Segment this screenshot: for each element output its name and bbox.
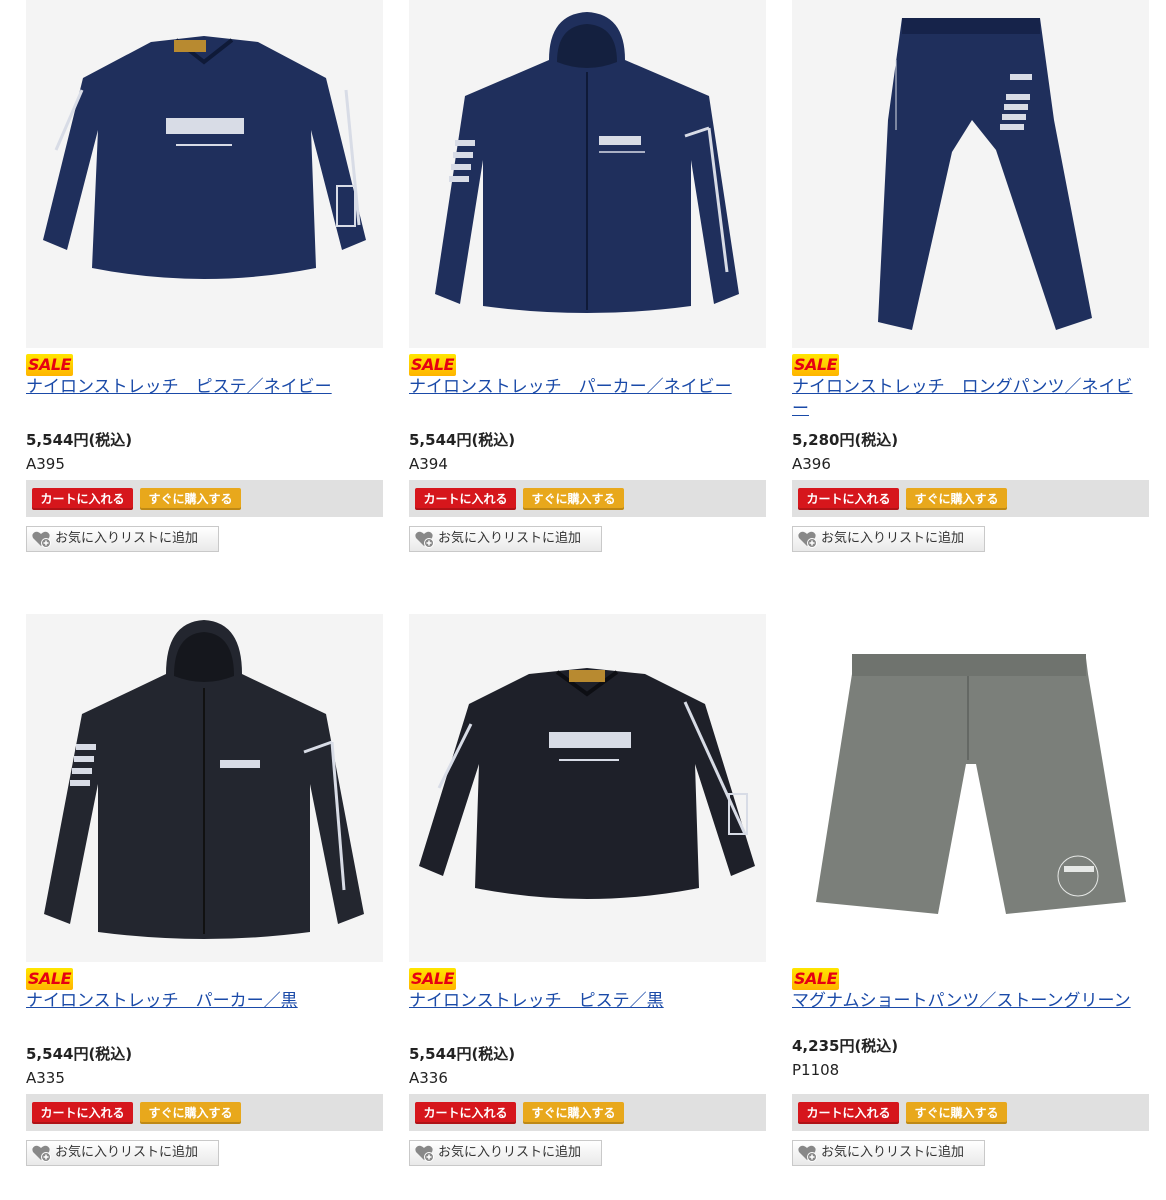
sale-badge: SALE — [409, 968, 457, 990]
button-bar: カートに入れる すぐに購入する — [26, 1094, 383, 1131]
product-card: SALE ナイロンストレッチ ピステ／ネイビー 5,544円(税込) A395 … — [26, 0, 383, 552]
add-to-favorites-button[interactable]: お気に入りリストに追加 — [409, 1140, 602, 1166]
favorites-label: お気に入りリストに追加 — [438, 1145, 582, 1160]
product-sku: A395 — [26, 455, 65, 473]
buy-now-button[interactable]: すぐに購入する — [906, 1102, 1007, 1124]
add-to-cart-button[interactable]: カートに入れる — [798, 1102, 899, 1124]
product-name-link[interactable]: ナイロンストレッチ ピステ／ネイビー — [26, 376, 383, 420]
add-to-cart-button[interactable]: カートに入れる — [32, 1102, 133, 1124]
favorites-label: お気に入りリストに追加 — [821, 531, 965, 546]
product-card: SALE ナイロンストレッチ ピステ／黒 5,544円(税込) A336 カート… — [409, 614, 766, 1166]
product-card: SALE ナイロンストレッチ ロングパンツ／ネイビー 5,280円(税込) A3… — [792, 0, 1149, 552]
product-image[interactable] — [792, 614, 1149, 962]
button-bar: カートに入れる すぐに購入する — [409, 1094, 766, 1131]
heart-plus-icon — [415, 531, 434, 548]
product-sku: A394 — [409, 455, 448, 473]
sale-badge: SALE — [409, 354, 457, 376]
product-card: SALE マグナムショートパンツ／ストーングリーン 4,235円(税込) P11… — [792, 614, 1149, 1166]
product-image[interactable] — [409, 614, 766, 962]
product-name-link[interactable]: マグナムショートパンツ／ストーングリーン — [792, 990, 1149, 1034]
product-price: 4,235円(税込) — [792, 1037, 899, 1055]
buy-now-button[interactable]: すぐに購入する — [140, 488, 241, 510]
product-card: SALE ナイロンストレッチ パーカー／黒 5,544円(税込) A335 カー… — [26, 614, 383, 1166]
add-to-favorites-button[interactable]: お気に入りリストに追加 — [26, 526, 219, 552]
product-sku: A335 — [26, 1069, 65, 1087]
buy-now-button[interactable]: すぐに購入する — [523, 1102, 624, 1124]
heart-plus-icon — [32, 531, 51, 548]
product-price: 5,544円(税込) — [409, 431, 516, 449]
product-price: 5,544円(税込) — [409, 1045, 516, 1063]
favorites-label: お気に入りリストに追加 — [821, 1145, 965, 1160]
product-sku: A396 — [792, 455, 831, 473]
button-bar: カートに入れる すぐに購入する — [409, 480, 766, 517]
product-image[interactable] — [26, 0, 383, 348]
buy-now-button[interactable]: すぐに購入する — [523, 488, 624, 510]
product-card: SALE ナイロンストレッチ パーカー／ネイビー 5,544円(税込) A394… — [409, 0, 766, 552]
product-sku: A336 — [409, 1069, 448, 1087]
product-name-link[interactable]: ナイロンストレッチ ピステ／黒 — [409, 990, 766, 1034]
product-sku: P1108 — [792, 1061, 840, 1079]
sale-badge: SALE — [26, 968, 74, 990]
add-to-favorites-button[interactable]: お気に入りリストに追加 — [792, 526, 985, 552]
add-to-cart-button[interactable]: カートに入れる — [798, 488, 899, 510]
heart-plus-icon — [798, 531, 817, 548]
pullover-image — [43, 36, 366, 279]
product-image[interactable] — [792, 0, 1149, 348]
pants-image — [878, 18, 1092, 330]
button-bar: カートに入れる すぐに購入する — [792, 480, 1149, 517]
pullover-image — [419, 668, 755, 899]
product-image[interactable] — [26, 614, 383, 962]
add-to-cart-button[interactable]: カートに入れる — [415, 1102, 516, 1124]
add-to-favorites-button[interactable]: お気に入りリストに追加 — [792, 1140, 985, 1166]
product-name-link[interactable]: ナイロンストレッチ パーカー／黒 — [26, 990, 383, 1034]
add-to-cart-button[interactable]: カートに入れる — [415, 488, 516, 510]
product-price: 5,544円(税込) — [26, 431, 133, 449]
sale-badge: SALE — [792, 968, 840, 990]
favorites-label: お気に入りリストに追加 — [438, 531, 582, 546]
sale-badge: SALE — [792, 354, 840, 376]
shorts-image — [816, 654, 1126, 914]
button-bar: カートに入れる すぐに購入する — [792, 1094, 1149, 1131]
product-price: 5,280円(税込) — [792, 431, 899, 449]
product-image[interactable] — [409, 0, 766, 348]
product-name-link[interactable]: ナイロンストレッチ パーカー／ネイビー — [409, 376, 766, 420]
add-to-favorites-button[interactable]: お気に入りリストに追加 — [26, 1140, 219, 1166]
hoodie-image — [435, 12, 739, 313]
buy-now-button[interactable]: すぐに購入する — [906, 488, 1007, 510]
favorites-label: お気に入りリストに追加 — [55, 1145, 199, 1160]
button-bar: カートに入れる すぐに購入する — [26, 480, 383, 517]
add-to-cart-button[interactable]: カートに入れる — [32, 488, 133, 510]
heart-plus-icon — [798, 1145, 817, 1162]
favorites-label: お気に入りリストに追加 — [55, 531, 199, 546]
product-name-link[interactable]: ナイロンストレッチ ロングパンツ／ネイビー — [792, 376, 1149, 420]
sale-badge: SALE — [26, 354, 74, 376]
heart-plus-icon — [32, 1145, 51, 1162]
product-price: 5,544円(税込) — [26, 1045, 133, 1063]
hoodie-image — [44, 620, 364, 939]
heart-plus-icon — [415, 1145, 434, 1162]
buy-now-button[interactable]: すぐに購入する — [140, 1102, 241, 1124]
add-to-favorites-button[interactable]: お気に入りリストに追加 — [409, 526, 602, 552]
